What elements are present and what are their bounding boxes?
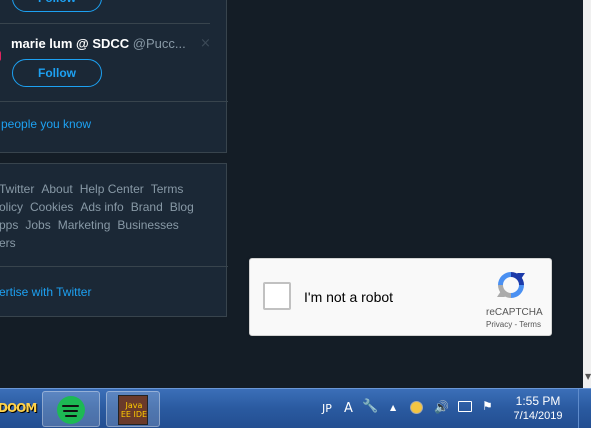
language-indicator[interactable]: JP bbox=[322, 402, 332, 415]
taskbar-app-doom[interactable]: DOOM bbox=[0, 391, 37, 427]
advertise-link[interactable]: ertise with Twitter bbox=[0, 285, 91, 299]
footer-link[interactable]: Ads info bbox=[80, 200, 123, 214]
footer-link[interactable]: olicy bbox=[0, 200, 23, 214]
footer-link[interactable]: About bbox=[41, 182, 72, 196]
dismiss-icon[interactable]: × bbox=[200, 36, 211, 51]
follow-button[interactable]: Follow bbox=[12, 59, 102, 87]
who-to-follow-panel: Follow marie lum @ SDCC @Pucc... × Follo… bbox=[0, 0, 228, 153]
suggested-user[interactable]: marie lum @ SDCC @Pucc... bbox=[11, 36, 186, 51]
recaptcha-logo-icon bbox=[497, 272, 525, 298]
recaptcha-checkbox[interactable] bbox=[263, 282, 291, 310]
footer-link[interactable]: Businesses bbox=[117, 218, 178, 232]
flag-icon[interactable]: ⚑ bbox=[482, 399, 493, 413]
footer-link[interactable]: Terms bbox=[151, 182, 184, 196]
user-name: marie lum @ SDCC bbox=[11, 36, 130, 51]
wrench-icon[interactable]: 🔧 bbox=[362, 399, 378, 414]
footer-link[interactable]: Marketing bbox=[58, 218, 111, 232]
taskbar-app-spotify[interactable] bbox=[42, 391, 100, 427]
show-desktop-button[interactable] bbox=[578, 389, 591, 428]
divider bbox=[0, 23, 210, 24]
scroll-down-icon[interactable]: ▼ bbox=[585, 372, 591, 381]
taskbar-app-java-ee-ide[interactable]: Java EE IDE bbox=[106, 391, 160, 427]
network-icon[interactable] bbox=[458, 401, 472, 412]
recaptcha-label: I'm not a robot bbox=[304, 289, 394, 305]
clock-date[interactable]: 7/14/2019 bbox=[508, 410, 568, 422]
footer-links-row-1: Twitter About Help Center Terms bbox=[0, 182, 190, 196]
chevron-up-icon[interactable]: ▲ bbox=[390, 403, 396, 412]
weather-icon[interactable] bbox=[410, 401, 423, 414]
footer-link[interactable]: Blog bbox=[170, 200, 194, 214]
footer-link[interactable]: Help Center bbox=[80, 182, 144, 196]
spotify-icon bbox=[57, 396, 85, 424]
taskbar: DOOM Java EE IDE JP A 🔧 ▲ 🔊 ⚑ 1:55 PM 7/… bbox=[0, 388, 591, 428]
java-ee-ide-icon: Java EE IDE bbox=[118, 395, 148, 425]
footer-links-row-4: ers bbox=[0, 236, 23, 250]
divider bbox=[0, 101, 228, 102]
footer-links-row-2: olicy Cookies Ads info Brand Blog bbox=[0, 200, 201, 214]
footer-links-row-3: pps Jobs Marketing Businesses bbox=[0, 218, 186, 232]
footer-link[interactable]: ers bbox=[0, 236, 16, 250]
clock-time[interactable]: 1:55 PM bbox=[508, 394, 568, 408]
recaptcha-terms-link[interactable]: Privacy - Terms bbox=[486, 320, 541, 329]
follow-button-top[interactable]: Follow bbox=[12, 0, 102, 12]
footer-link[interactable]: Brand bbox=[131, 200, 163, 214]
footer-links-panel: Twitter About Help Center Terms olicy Cookie… bbox=[0, 163, 228, 317]
ime-indicator[interactable]: A bbox=[344, 401, 353, 416]
doom-icon: DOOM bbox=[0, 401, 37, 415]
footer-link[interactable]: Jobs bbox=[25, 218, 50, 232]
footer-link[interactable]: pps bbox=[0, 218, 18, 232]
user-handle: @Pucc... bbox=[132, 36, 186, 51]
recaptcha-brand: reCAPTCHA bbox=[486, 307, 543, 318]
recaptcha-widget: I'm not a robot reCAPTCHA Privacy - Term… bbox=[249, 258, 552, 336]
divider bbox=[0, 266, 228, 267]
find-people-link[interactable]: people you know bbox=[1, 117, 91, 131]
footer-link[interactable]: Cookies bbox=[30, 200, 73, 214]
avatar[interactable] bbox=[0, 51, 1, 61]
scrollbar[interactable] bbox=[583, 0, 591, 388]
footer-link[interactable]: Twitter bbox=[0, 182, 34, 196]
volume-icon[interactable]: 🔊 bbox=[434, 400, 449, 414]
